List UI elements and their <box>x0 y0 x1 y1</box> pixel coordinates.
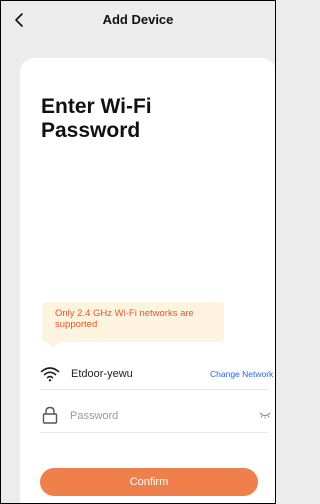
back-button[interactable] <box>7 8 31 32</box>
password-divider <box>40 432 268 433</box>
wifi-icon <box>40 367 60 382</box>
lock-icon <box>42 406 58 424</box>
chevron-left-icon <box>15 13 23 27</box>
screen: Add Device Enter Wi-Fi Password Only 2.4… <box>0 0 276 504</box>
top-bar: Add Device <box>1 1 275 39</box>
frequency-tooltip: Only 2.4 GHz Wi-Fi networks are supporte… <box>42 302 224 342</box>
tooltip-text: Only 2.4 GHz Wi-Fi networks are supporte… <box>55 308 194 330</box>
wifi-network-name: Etdoor-yewu <box>71 368 133 380</box>
confirm-button[interactable]: Confirm <box>40 468 258 496</box>
content-card: Enter Wi-Fi Password Only 2.4 GHz Wi-Fi … <box>20 58 275 503</box>
change-network-link[interactable]: Change Network <box>210 369 273 380</box>
tooltip-arrow <box>47 342 59 348</box>
password-input[interactable] <box>70 406 230 426</box>
eye-closed-icon[interactable] <box>259 411 271 419</box>
screen-heading: Enter Wi-Fi Password <box>41 95 152 142</box>
page-title: Add Device <box>102 12 174 27</box>
wifi-divider <box>40 389 268 390</box>
password-row <box>40 404 275 428</box>
wifi-network-row: Etdoor-yewu Change Network <box>40 363 275 385</box>
